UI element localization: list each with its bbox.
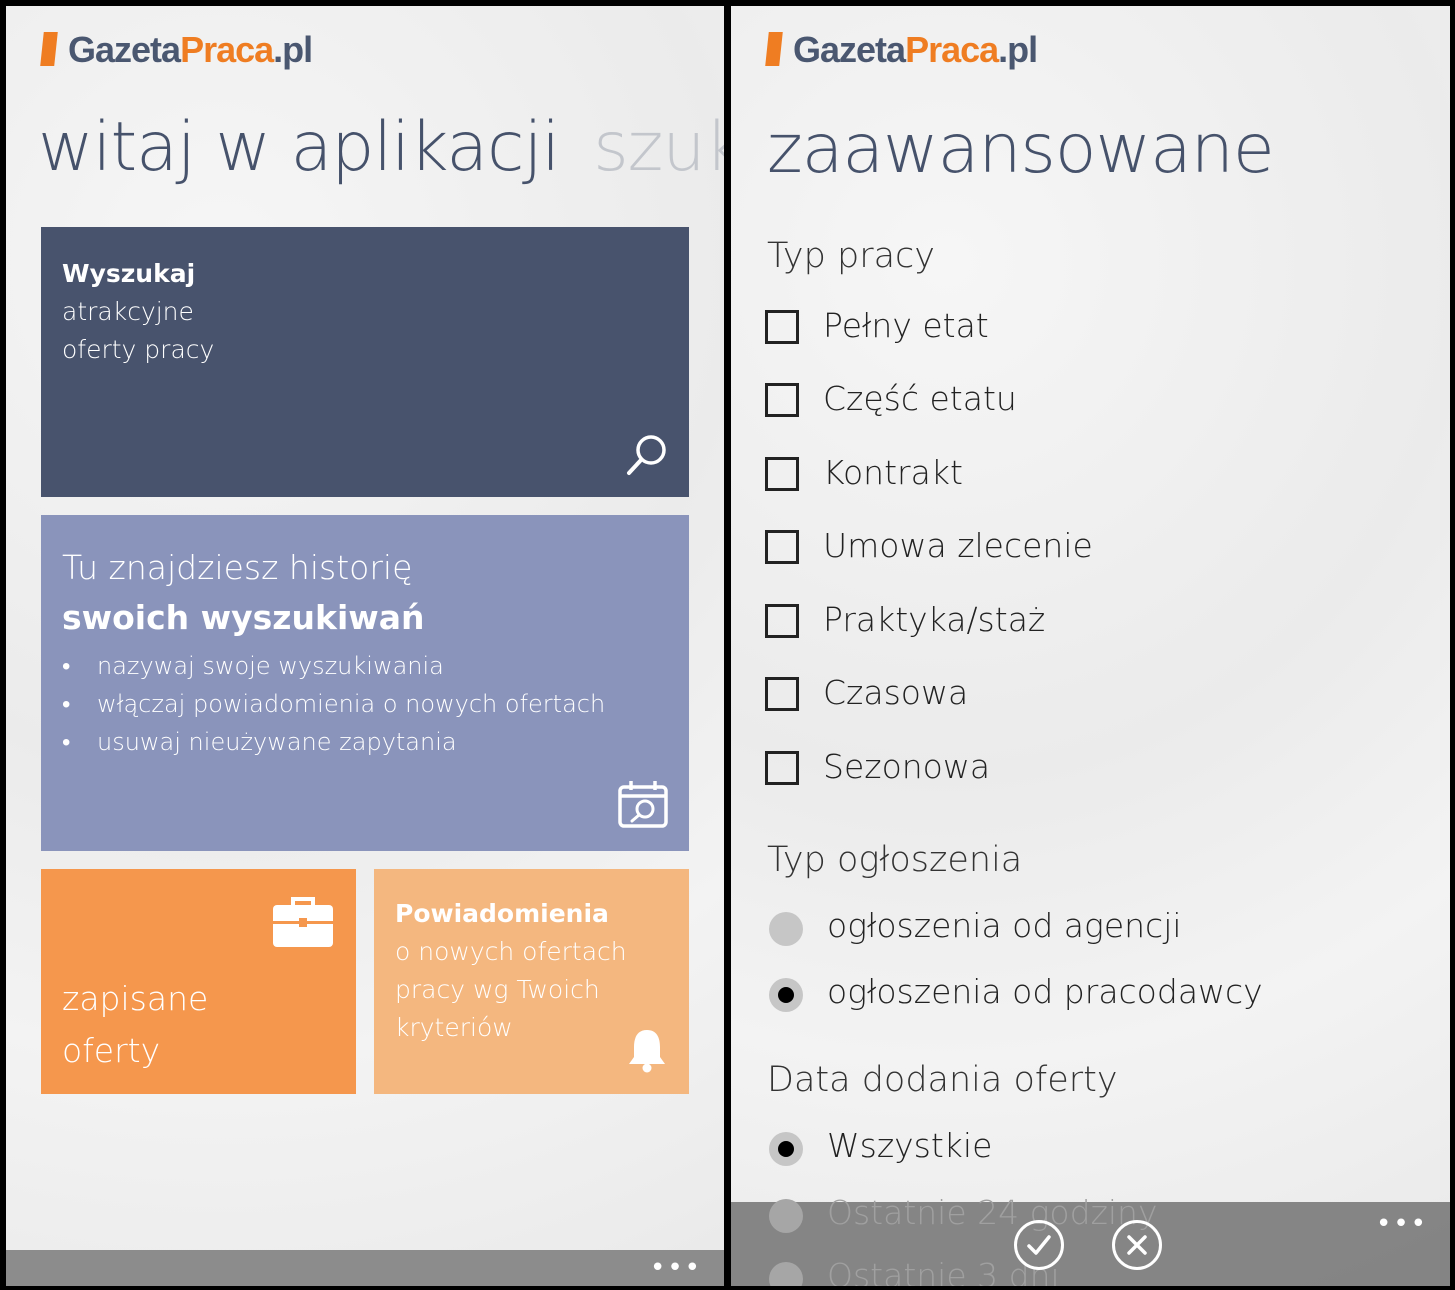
search-tile-title: Wyszukaj	[62, 259, 196, 288]
logo-text-pl: .pl	[273, 29, 313, 70]
radio-label: ogłoszenia od pracodawcy	[827, 972, 1263, 1011]
checkbox-label: Pełny etat	[823, 306, 989, 345]
history-tile-bullets: nazywaj swoje wyszukiwania włączaj powia…	[62, 647, 668, 761]
briefcase-icon	[271, 895, 335, 953]
logo-text-praca: Praca	[180, 29, 274, 70]
checkbox-label: Kontrakt	[823, 453, 963, 492]
history-tile-heading: swoich wyszukiwań	[62, 598, 425, 637]
page-title: zaawansowane	[767, 110, 1275, 189]
search-tile-line: oferty pracy	[62, 335, 215, 364]
search-icon	[625, 433, 669, 481]
radio-label: ogłoszenia od agencji	[827, 906, 1182, 945]
checkbox-box[interactable]	[765, 677, 799, 711]
bullet-item: nazywaj swoje wyszukiwania	[62, 647, 668, 685]
checkbox-box[interactable]	[765, 604, 799, 638]
checkbox-box[interactable]	[765, 310, 799, 344]
date-added-heading: Data dodania oferty	[767, 1060, 1118, 1100]
checkbox-box[interactable]	[765, 751, 799, 785]
notifications-tile-line: o nowych ofertach	[395, 937, 627, 966]
more-options-button[interactable]: •••	[1376, 1211, 1428, 1237]
radio-label: Ostatnie 24 godziny	[827, 1193, 1158, 1232]
logo-text-gazeta: Gazeta	[793, 29, 906, 70]
checkbox-label: Praktyka/staż	[823, 600, 1046, 639]
radio-button[interactable]	[769, 1199, 803, 1233]
notifications-tile-title: Powiadomienia	[395, 899, 609, 928]
radio-button[interactable]	[769, 978, 803, 1012]
pivot-header: witaj w aplikacji szuka	[38, 108, 724, 187]
checkbox-label: Umowa zlecenie	[823, 526, 1093, 565]
saved-offers-label: oferty	[62, 1031, 161, 1070]
logo-text-gazeta: Gazeta	[68, 29, 181, 70]
more-options-button[interactable]: •••	[650, 1255, 702, 1281]
radio-label: Wszystkie	[827, 1126, 993, 1165]
notifications-tile-line: pracy wg Twoich	[395, 975, 600, 1004]
calendar-search-icon	[617, 779, 669, 833]
app-bar: •••	[6, 1250, 724, 1286]
advanced-search-screen: GazetaPraca.pl zaawansowane Typ pracy Pe…	[731, 6, 1450, 1286]
job-type-heading: Typ pracy	[767, 236, 935, 276]
search-tile-line: atrakcyjne	[62, 297, 194, 326]
history-tile-line: Tu znajdziesz historię	[62, 548, 413, 587]
checkbox-label: Czasowa	[823, 673, 969, 712]
close-icon	[1127, 1235, 1147, 1255]
logo-text-praca: Praca	[905, 29, 999, 70]
notifications-tile[interactable]: Powiadomienia o nowych ofertach pracy wg…	[374, 869, 689, 1094]
home-screen: GazetaPraca.pl witaj w aplikacji szuka Wy…	[6, 6, 724, 1286]
search-tile[interactable]: Wyszukaj atrakcyjne oferty pracy	[41, 227, 689, 497]
checkbox-box[interactable]	[765, 383, 799, 417]
logo-mark	[765, 32, 783, 66]
bullet-item: usuwaj nieużywane zapytania	[62, 723, 668, 761]
saved-offers-tile[interactable]: zapisane oferty	[41, 869, 356, 1094]
pivot-item-search[interactable]: szuka	[593, 108, 724, 187]
radio-button[interactable]	[769, 1132, 803, 1166]
checkbox-label: Część etatu	[823, 379, 1017, 418]
checkbox-label: Sezonowa	[823, 747, 991, 786]
bell-icon	[626, 1027, 668, 1077]
checkbox-box[interactable]	[765, 457, 799, 491]
saved-offers-label: zapisane	[62, 979, 209, 1018]
radio-button[interactable]	[769, 912, 803, 946]
logo-text-pl: .pl	[998, 29, 1038, 70]
pivot-item-welcome[interactable]: witaj w aplikacji	[38, 108, 560, 187]
check-icon	[1027, 1235, 1051, 1255]
logo-mark	[40, 32, 58, 66]
confirm-button[interactable]	[1014, 1220, 1064, 1270]
bullet-item: włączaj powiadomienia o nowych ofertach	[62, 685, 668, 723]
checkbox-box[interactable]	[765, 530, 799, 564]
history-tile[interactable]: Tu znajdziesz historię swoich wyszukiwań…	[41, 515, 689, 851]
ad-type-heading: Typ ogłoszenia	[767, 840, 1023, 880]
cancel-button[interactable]	[1112, 1220, 1162, 1270]
